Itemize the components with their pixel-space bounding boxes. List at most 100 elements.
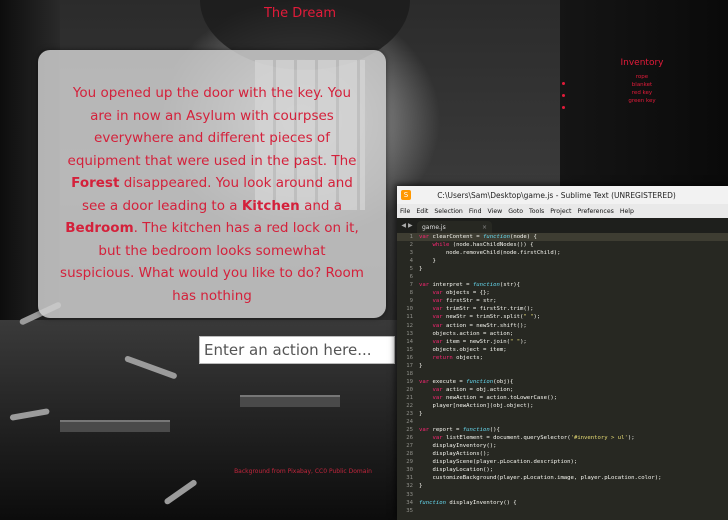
menu-item-edit[interactable]: Edit [416, 208, 428, 215]
code-text: var firstStr = str; [432, 298, 497, 305]
code-line[interactable]: 33 [397, 491, 728, 499]
story-segment: You opened up the door with the key. You… [67, 85, 357, 169]
line-number: 32 [406, 483, 413, 490]
story-segment: and a [299, 197, 343, 214]
inventory-item: rope [635, 74, 649, 80]
menu-item-file[interactable]: File [400, 208, 410, 215]
code-line[interactable]: 31 customizeBackground(player.pLocation.… [397, 474, 728, 482]
code-text: } [419, 483, 423, 490]
code-line[interactable]: 34 function displayInventory() { [397, 499, 728, 507]
code-text: var newAction = action.toLowerCase(); [432, 394, 558, 401]
line-number: 31 [406, 475, 413, 482]
code-text: function displayInventory() { [419, 499, 517, 506]
menu-item-preferences[interactable]: Preferences [577, 208, 613, 215]
code-line[interactable]: 25 var report = function(){ [397, 426, 728, 434]
line-number: 22 [406, 402, 413, 409]
action-input[interactable] [199, 336, 395, 364]
code-line[interactable]: 10 var trimStr = firstStr.trim(); [397, 305, 728, 313]
story-panel: You opened up the door with the key. You… [38, 50, 386, 318]
code-text: return objects; [432, 354, 484, 361]
code-text: var item = newStr.join(" "); [432, 338, 527, 345]
code-text: objects.action = action; [419, 330, 514, 337]
line-number: 13 [406, 330, 413, 337]
code-text: displayInventory(); [419, 443, 497, 450]
sublime-menubar: File Edit Selection Find View Goto Tools Projec… [397, 204, 728, 218]
menu-item-view[interactable]: View [488, 208, 503, 215]
line-number: 2 [409, 242, 413, 249]
code-line[interactable]: 4 } [397, 257, 728, 265]
line-number: 12 [406, 322, 413, 329]
inventory-item: blanket [631, 82, 653, 88]
menu-item-help[interactable]: Help [620, 208, 634, 215]
sublime-titlebar[interactable]: S C:\Users\Sam\Desktop\game.js - Sublime… [397, 186, 728, 204]
code-line[interactable]: 20 var action = obj.action; [397, 386, 728, 394]
line-number: 5 [409, 266, 413, 273]
tab-game-js[interactable]: game.js × [417, 221, 492, 233]
code-text: var execute = function(obj){ [419, 378, 514, 385]
tab-close-icon[interactable]: × [482, 224, 487, 231]
code-line[interactable]: 18 [397, 370, 728, 378]
code-line[interactable]: 32} [397, 482, 728, 490]
inventory-panel: Inventory rope blanket red key green key [612, 58, 672, 105]
line-number: 16 [406, 354, 413, 361]
code-line[interactable]: 24 [397, 418, 728, 426]
sublime-window[interactable]: S C:\Users\Sam\Desktop\game.js - Sublime… [397, 186, 728, 520]
line-number: 4 [409, 258, 413, 265]
code-line[interactable]: 11 var newStr = trimStr.split(" "); [397, 313, 728, 321]
code-line[interactable]: 2 while (node.hasChildNodes()) { [397, 241, 728, 249]
code-line[interactable]: 22 player[newAction](obj.object); [397, 402, 728, 410]
line-number: 25 [406, 427, 413, 434]
background-credit: Background from Pixabay, CC0 Public Doma… [234, 468, 372, 475]
background-bed [240, 395, 340, 407]
line-number: 11 [406, 314, 413, 321]
code-text: var objects = {}; [432, 290, 490, 297]
menu-item-selection[interactable]: Selection [434, 208, 463, 215]
inventory-list: rope blanket red key green key [612, 73, 672, 105]
line-number: 35 [406, 507, 413, 514]
menu-item-find[interactable]: Find [469, 208, 482, 215]
code-line[interactable]: 1 var clearContent = function(node) { [397, 233, 728, 242]
line-number: 28 [406, 451, 413, 458]
code-line[interactable]: 7 var interpret = function(str){ [397, 281, 728, 289]
code-line[interactable]: 6 [397, 273, 728, 281]
code-line[interactable]: 21 var newAction = action.toLowerCase(); [397, 394, 728, 402]
code-text: var interpret = function(str){ [419, 282, 521, 289]
line-number: 18 [406, 370, 413, 377]
code-line[interactable]: 13 objects.action = action; [397, 330, 728, 338]
menu-item-tools[interactable]: Tools [529, 208, 544, 215]
story-text: You opened up the door with the key. You… [60, 82, 364, 307]
code-line[interactable]: 3 node.removeChild(node.firstChild); [397, 249, 728, 257]
line-number: 33 [406, 491, 413, 498]
code-line[interactable]: 14 var item = newStr.join(" "); [397, 338, 728, 346]
code-line[interactable]: 16 return objects; [397, 354, 728, 362]
code-line[interactable]: 27 displayInventory(); [397, 442, 728, 450]
code-editor[interactable]: 1 var clearContent = function(node) {2 wh… [397, 233, 728, 520]
code-line[interactable]: 19 var execute = function(obj){ [397, 378, 728, 386]
code-line[interactable]: 26 var listElement = document.querySelec… [397, 434, 728, 442]
tab-nav-arrows-icon[interactable]: ◀ ▶ [397, 222, 417, 229]
code-text: player[newAction](obj.object); [419, 402, 534, 409]
code-line[interactable]: 29 displayScene(player.pLocation.descrip… [397, 458, 728, 466]
code-line[interactable]: 8 var objects = {}; [397, 289, 728, 297]
code-line[interactable]: 35 [397, 507, 728, 515]
code-line[interactable]: 9 var firstStr = str; [397, 297, 728, 305]
line-number: 14 [406, 338, 413, 345]
line-number: 30 [406, 467, 413, 474]
line-number: 10 [406, 306, 413, 313]
code-line[interactable]: 28 displayActions(); [397, 450, 728, 458]
line-number: 7 [409, 282, 413, 289]
menu-item-project[interactable]: Project [550, 208, 571, 215]
line-number: 17 [406, 362, 413, 369]
line-number: 15 [406, 346, 413, 353]
code-line[interactable]: 17} [397, 362, 728, 370]
code-line[interactable]: 12 var action = newStr.shift(); [397, 322, 728, 330]
line-number: 1 [409, 234, 413, 240]
menu-item-goto[interactable]: Goto [508, 208, 523, 215]
code-line[interactable]: 23} [397, 410, 728, 418]
code-line[interactable]: 30 displayLocation(); [397, 466, 728, 474]
code-line[interactable]: 5} [397, 265, 728, 273]
code-text: var clearContent = function(node) { [419, 234, 537, 240]
code-line[interactable]: 15 objects.object = item; [397, 346, 728, 354]
line-number: 6 [409, 274, 413, 281]
code-text: displayScene(player.pLocation.descriptio… [419, 459, 578, 466]
